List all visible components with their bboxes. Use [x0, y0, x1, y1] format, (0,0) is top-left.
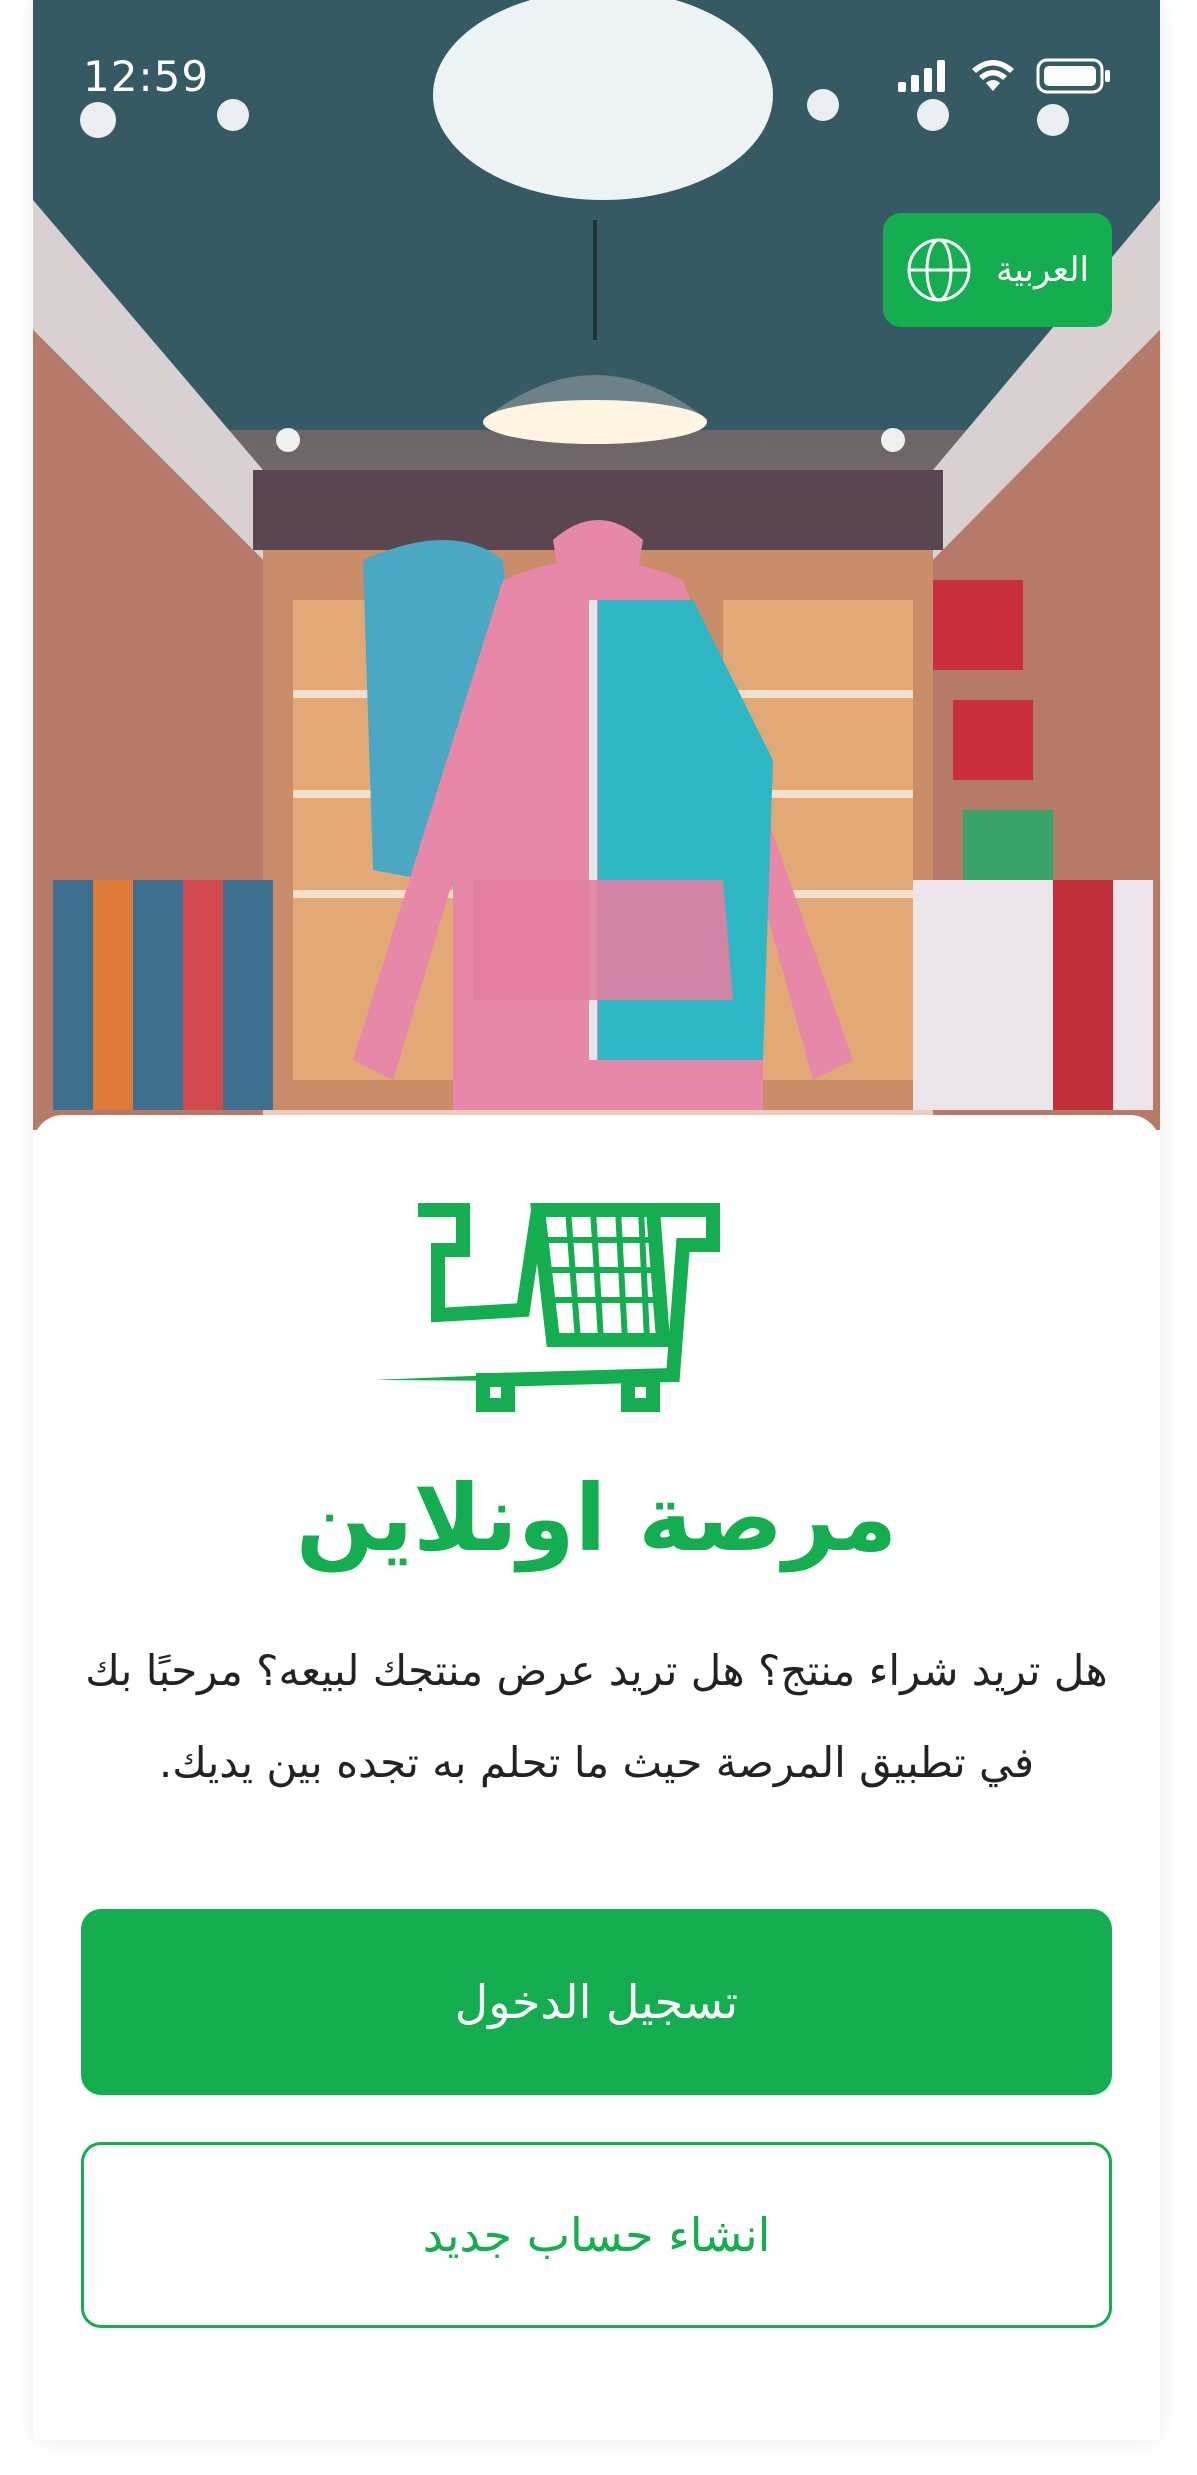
- status-icons: [898, 58, 1112, 94]
- wifi-icon: [972, 60, 1014, 91]
- status-bar: 12:59: [33, 0, 1160, 150]
- clothing-store-photo: [33, 0, 1160, 1130]
- login-button[interactable]: تسجيل الدخول: [81, 1909, 1112, 2095]
- language-switch-button[interactable]: العربية: [883, 213, 1112, 327]
- hero-image: 12:59 العربية: [33, 0, 1160, 1130]
- status-time: 12:59: [83, 52, 210, 101]
- shopping-cart-logo: [373, 1203, 720, 1412]
- battery-icon: [1036, 58, 1110, 94]
- app-screen: 12:59 العربية مرصة اونلاين هل تريد شراء …: [33, 0, 1160, 2440]
- language-label: العربية: [996, 250, 1089, 290]
- cellular-signal-icon: [898, 60, 945, 92]
- globe-icon: [907, 238, 971, 302]
- welcome-message: هل تريد شراء منتج؟ هل تريد عرض منتجك لبي…: [85, 1646, 1108, 1787]
- create-account-button[interactable]: انشاء حساب جديد: [81, 2142, 1112, 2328]
- brand-name: مرصة اونلاين: [295, 1465, 898, 1572]
